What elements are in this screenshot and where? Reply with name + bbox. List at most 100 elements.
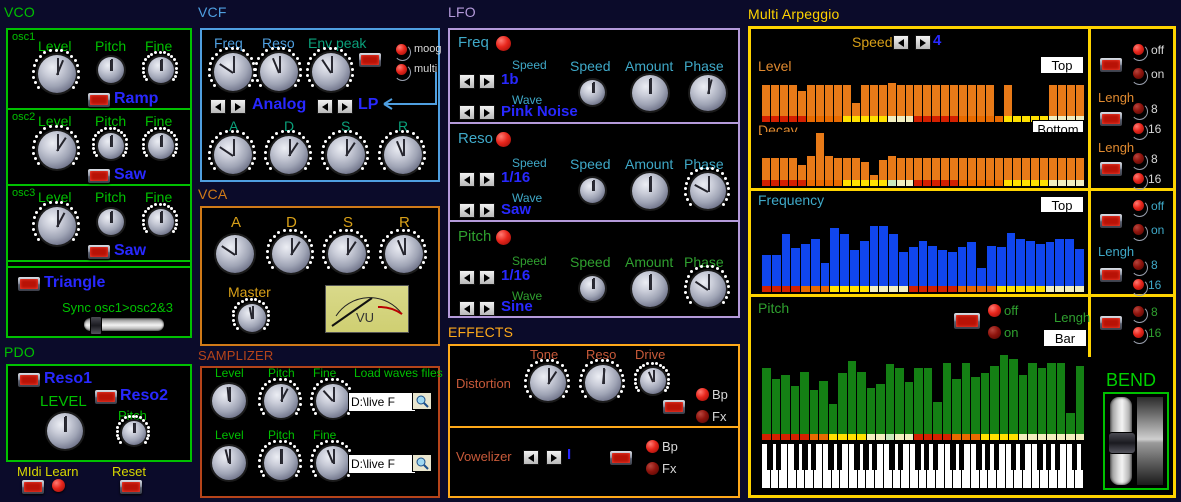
strip-cell[interactable] [889, 286, 898, 292]
strip-cell[interactable] [990, 434, 999, 440]
strip-cell[interactable] [850, 286, 859, 292]
strip-cell[interactable] [885, 434, 894, 440]
graph-bar[interactable] [869, 226, 879, 292]
samp2-fine-knob[interactable] [309, 439, 355, 480]
strip-cell[interactable] [797, 180, 806, 186]
vca-decay-knob[interactable] [265, 228, 315, 273]
strip-cell[interactable] [923, 180, 932, 186]
graph-bar[interactable] [904, 382, 913, 440]
lfo-freq-speed-prev[interactable] [459, 74, 475, 89]
strip-cell[interactable] [1065, 286, 1074, 292]
graph-bar[interactable] [990, 366, 999, 440]
distortion-bypass-switch[interactable] [663, 400, 685, 414]
black-key[interactable] [1054, 444, 1060, 471]
black-key[interactable] [1071, 444, 1078, 471]
strip-cell[interactable] [971, 434, 980, 440]
lfo-freq-phase-knob[interactable] [690, 75, 726, 111]
strip-cell[interactable] [1047, 434, 1056, 440]
lfo-freq-led[interactable] [496, 36, 511, 51]
graph-bar[interactable] [801, 244, 810, 292]
strip-cell[interactable] [1045, 286, 1055, 292]
vcf-decay-knob[interactable] [263, 129, 313, 174]
strip-cell[interactable] [904, 434, 913, 440]
graph-bar[interactable] [889, 234, 898, 292]
strip-cell[interactable] [815, 180, 824, 186]
lfo-pitch-wave-prev[interactable] [459, 301, 475, 316]
strip-cell[interactable] [851, 116, 860, 122]
samp1-level-knob[interactable] [212, 384, 246, 418]
strip-cell[interactable] [770, 180, 779, 186]
graph-bar[interactable] [815, 133, 824, 186]
black-key[interactable] [1080, 444, 1084, 471]
graph-bar[interactable] [980, 373, 989, 440]
strip-cell[interactable] [986, 286, 996, 292]
strip-cell[interactable] [810, 286, 820, 292]
vowelizer-fx-led[interactable] [646, 462, 659, 475]
graph-bar[interactable] [800, 371, 809, 440]
strip-cell[interactable] [779, 180, 788, 186]
strip-cell[interactable] [809, 434, 818, 440]
graph-bar[interactable] [809, 389, 818, 440]
vowelizer-prev-button[interactable] [523, 450, 539, 465]
vcf-env-knob[interactable] [305, 46, 355, 91]
black-key[interactable] [1037, 444, 1043, 471]
strip-cell[interactable] [967, 286, 977, 292]
strip-cell[interactable] [1031, 180, 1040, 186]
arp-frequency-bars[interactable] [762, 212, 1084, 292]
black-key[interactable] [897, 444, 904, 471]
strip-cell[interactable] [914, 116, 923, 122]
vcf-mode-next-button[interactable] [230, 99, 246, 114]
strip-cell[interactable] [781, 286, 791, 292]
lfo-freq-wave-prev[interactable] [459, 105, 475, 120]
vca-attack-knob[interactable] [216, 235, 254, 273]
vowelizer-bp-led[interactable] [646, 440, 659, 453]
strip-cell[interactable] [941, 116, 950, 122]
strip-cell[interactable] [869, 180, 878, 186]
graph-bar[interactable] [1026, 240, 1035, 292]
arp-pitch-cap-button[interactable]: Bar [1043, 329, 1087, 347]
strip-cell[interactable] [980, 434, 989, 440]
strip-cell[interactable] [923, 116, 932, 122]
strip-cell[interactable] [1022, 180, 1031, 186]
strip-cell[interactable] [869, 286, 879, 292]
strip-cell[interactable] [968, 116, 977, 122]
distortion-bp-led[interactable] [696, 388, 709, 401]
arp-speed-prev-button[interactable] [893, 35, 909, 50]
strip-cell[interactable] [957, 286, 967, 292]
strip-cell[interactable] [842, 180, 851, 186]
midi-learn-switch[interactable] [22, 480, 44, 494]
arp-frequency-graph[interactable] [762, 212, 1084, 292]
black-key[interactable] [932, 444, 939, 471]
graph-bar[interactable] [1009, 359, 1018, 440]
vcf-type-next-button[interactable] [337, 99, 353, 114]
strip-cell[interactable] [762, 434, 771, 440]
graph-bar[interactable] [1006, 232, 1016, 292]
lfo-pitch-phase-knob[interactable] [683, 264, 731, 307]
strip-cell[interactable] [986, 116, 995, 122]
black-key[interactable] [915, 444, 921, 471]
strip-cell[interactable] [838, 434, 847, 440]
graph-bar[interactable] [999, 355, 1008, 440]
arp-sw1-length2-switch[interactable] [1100, 162, 1122, 176]
lfo-reso-phase-knob[interactable] [683, 166, 731, 209]
strip-cell[interactable] [896, 180, 905, 186]
strip-cell[interactable] [1056, 434, 1065, 440]
strip-cell[interactable] [800, 434, 809, 440]
strip-cell[interactable] [824, 180, 833, 186]
graph-bar[interactable] [810, 239, 820, 292]
strip-cell[interactable] [1028, 434, 1037, 440]
triangle-wave-switch[interactable] [18, 277, 40, 291]
graph-bar[interactable] [1037, 368, 1046, 440]
strip-cell[interactable] [830, 286, 840, 292]
arp-level-graph[interactable] [762, 76, 1084, 122]
graph-bar[interactable] [961, 362, 970, 440]
arp-pitch-on-led[interactable] [988, 326, 1001, 339]
arp-sw1-length-switch[interactable] [1100, 112, 1122, 126]
lfo-reso-speed-next[interactable] [479, 172, 495, 187]
strip-cell[interactable] [1057, 180, 1066, 186]
graph-bar[interactable] [790, 386, 799, 440]
strip-cell[interactable] [762, 180, 770, 186]
black-key[interactable] [1045, 444, 1052, 471]
lfo-reso-wave-next[interactable] [479, 203, 495, 218]
graph-bar[interactable] [819, 380, 828, 440]
